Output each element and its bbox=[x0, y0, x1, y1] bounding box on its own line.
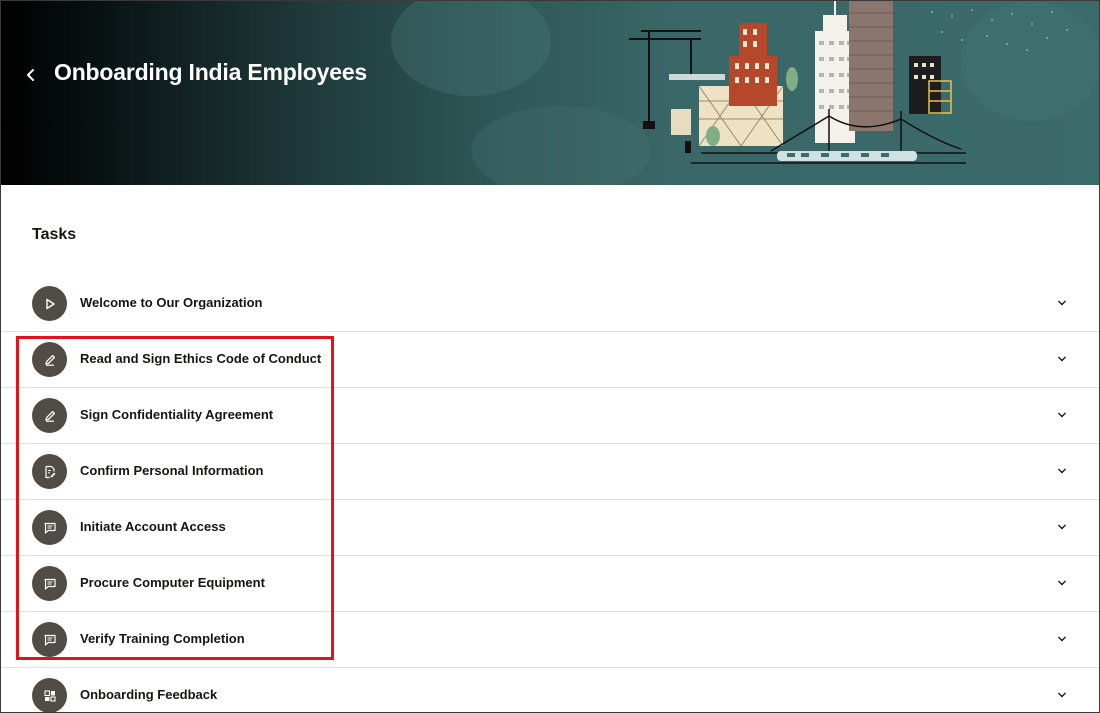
pencil-icon bbox=[44, 410, 55, 422]
task-row-ethics-code[interactable]: Read and Sign Ethics Code of Conduct bbox=[1, 332, 1099, 388]
task-row-personal-info[interactable]: Confirm Personal Information bbox=[1, 444, 1099, 500]
chat-bubble-icon bbox=[43, 578, 56, 590]
task-label: Confirm Personal Information bbox=[80, 463, 264, 478]
task-icon-circle bbox=[32, 342, 67, 377]
task-label: Read and Sign Ethics Code of Conduct bbox=[80, 351, 322, 366]
task-icon-circle bbox=[32, 286, 67, 321]
task-label: Sign Confidentiality Agreement bbox=[80, 407, 274, 422]
task-label: Welcome to Our Organization bbox=[80, 295, 263, 310]
task-icon-circle bbox=[32, 622, 67, 657]
document-edit-icon bbox=[44, 465, 55, 478]
task-label: Onboarding Feedback bbox=[80, 687, 218, 702]
task-list: Welcome to Our Organization Read and Sig… bbox=[1, 276, 1099, 712]
task-row-computer-equipment[interactable]: Procure Computer Equipment bbox=[1, 556, 1099, 612]
task-row-onboarding-feedback[interactable]: Onboarding Feedback bbox=[1, 668, 1099, 712]
chat-bubble-icon bbox=[43, 522, 56, 534]
task-row-account-access[interactable]: Initiate Account Access bbox=[1, 500, 1099, 556]
chat-bubble-icon bbox=[43, 634, 56, 646]
task-icon-circle bbox=[32, 566, 67, 601]
app-frame: Onboarding India Employees Tasks Welcome… bbox=[0, 0, 1100, 713]
page-banner: Onboarding India Employees bbox=[1, 1, 1099, 185]
task-label: Verify Training Completion bbox=[80, 631, 245, 646]
page-title: Onboarding India Employees bbox=[54, 59, 368, 85]
chevron-left-icon bbox=[27, 69, 34, 81]
chevron-down-icon[interactable] bbox=[1055, 632, 1069, 646]
task-row-training-completion[interactable]: Verify Training Completion bbox=[1, 612, 1099, 668]
task-row-welcome[interactable]: Welcome to Our Organization bbox=[1, 276, 1099, 332]
back-button[interactable] bbox=[19, 63, 43, 87]
task-label: Procure Computer Equipment bbox=[80, 575, 265, 590]
task-row-confidentiality[interactable]: Sign Confidentiality Agreement bbox=[1, 388, 1099, 444]
task-icon-circle bbox=[32, 678, 67, 712]
chevron-down-icon[interactable] bbox=[1055, 296, 1069, 310]
questionnaire-icon bbox=[43, 689, 56, 702]
chevron-down-icon[interactable] bbox=[1055, 520, 1069, 534]
chevron-down-icon[interactable] bbox=[1055, 576, 1069, 590]
chevron-down-icon[interactable] bbox=[1055, 464, 1069, 478]
task-icon-circle bbox=[32, 454, 67, 489]
city-illustration bbox=[391, 1, 1099, 185]
task-label: Initiate Account Access bbox=[80, 519, 226, 534]
task-icon-circle bbox=[32, 398, 67, 433]
task-icon-circle bbox=[32, 510, 67, 545]
pencil-icon bbox=[44, 354, 55, 366]
tasks-section-title: Tasks bbox=[32, 226, 77, 243]
chevron-down-icon[interactable] bbox=[1055, 352, 1069, 366]
chevron-down-icon[interactable] bbox=[1055, 688, 1069, 702]
chevron-down-icon[interactable] bbox=[1055, 408, 1069, 422]
play-icon bbox=[45, 298, 55, 309]
